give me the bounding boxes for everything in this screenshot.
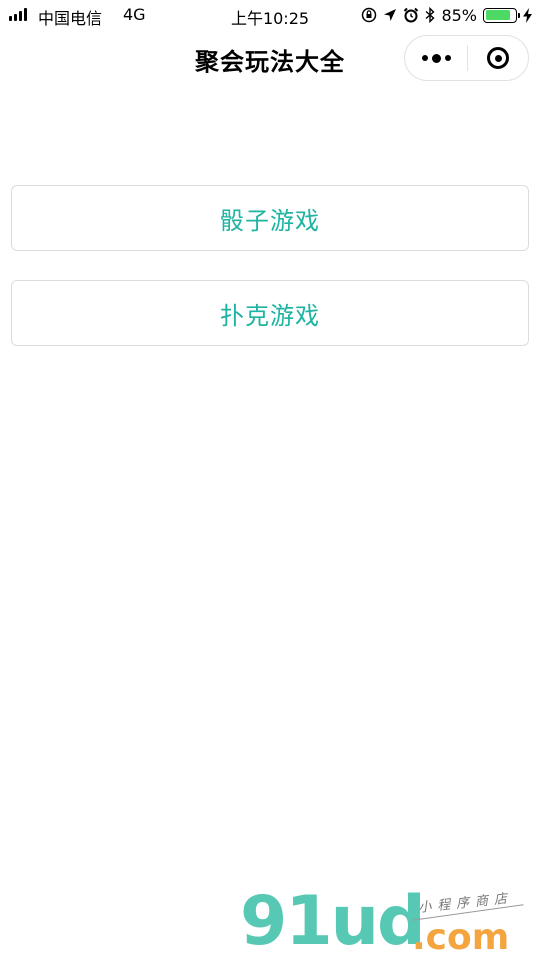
carrier-name: 中国电信 <box>38 9 103 28</box>
more-dot-icon <box>444 55 451 61</box>
alarm-icon <box>404 7 419 23</box>
watermark-domain: .com <box>412 917 510 958</box>
status-icons: 85% <box>361 4 532 26</box>
watermark: 91ud .com 小程序商店 <box>240 884 530 956</box>
signal-strength-icon <box>9 8 27 21</box>
battery-fill <box>485 10 511 20</box>
battery-percent: 85% <box>441 5 477 25</box>
watermark-brand: 91ud <box>240 882 426 961</box>
poker-game-button[interactable]: 扑克游戏 <box>11 280 529 346</box>
charging-icon <box>523 7 532 23</box>
status-bar: 中国电信 4G 上午10:25 85% <box>0 0 540 30</box>
more-button[interactable] <box>405 36 467 80</box>
network-type: 4G <box>123 5 146 24</box>
close-circle-icon <box>487 47 509 69</box>
more-dot-icon <box>421 55 428 61</box>
mini-program-capsule <box>404 35 529 81</box>
dice-game-button[interactable]: 骰子游戏 <box>11 185 529 251</box>
location-icon <box>384 9 397 21</box>
more-dot-icon <box>431 53 441 63</box>
bluetooth-icon <box>425 7 435 23</box>
close-button[interactable] <box>468 36 528 80</box>
battery-icon <box>483 7 520 23</box>
orientation-lock-icon <box>362 7 377 23</box>
